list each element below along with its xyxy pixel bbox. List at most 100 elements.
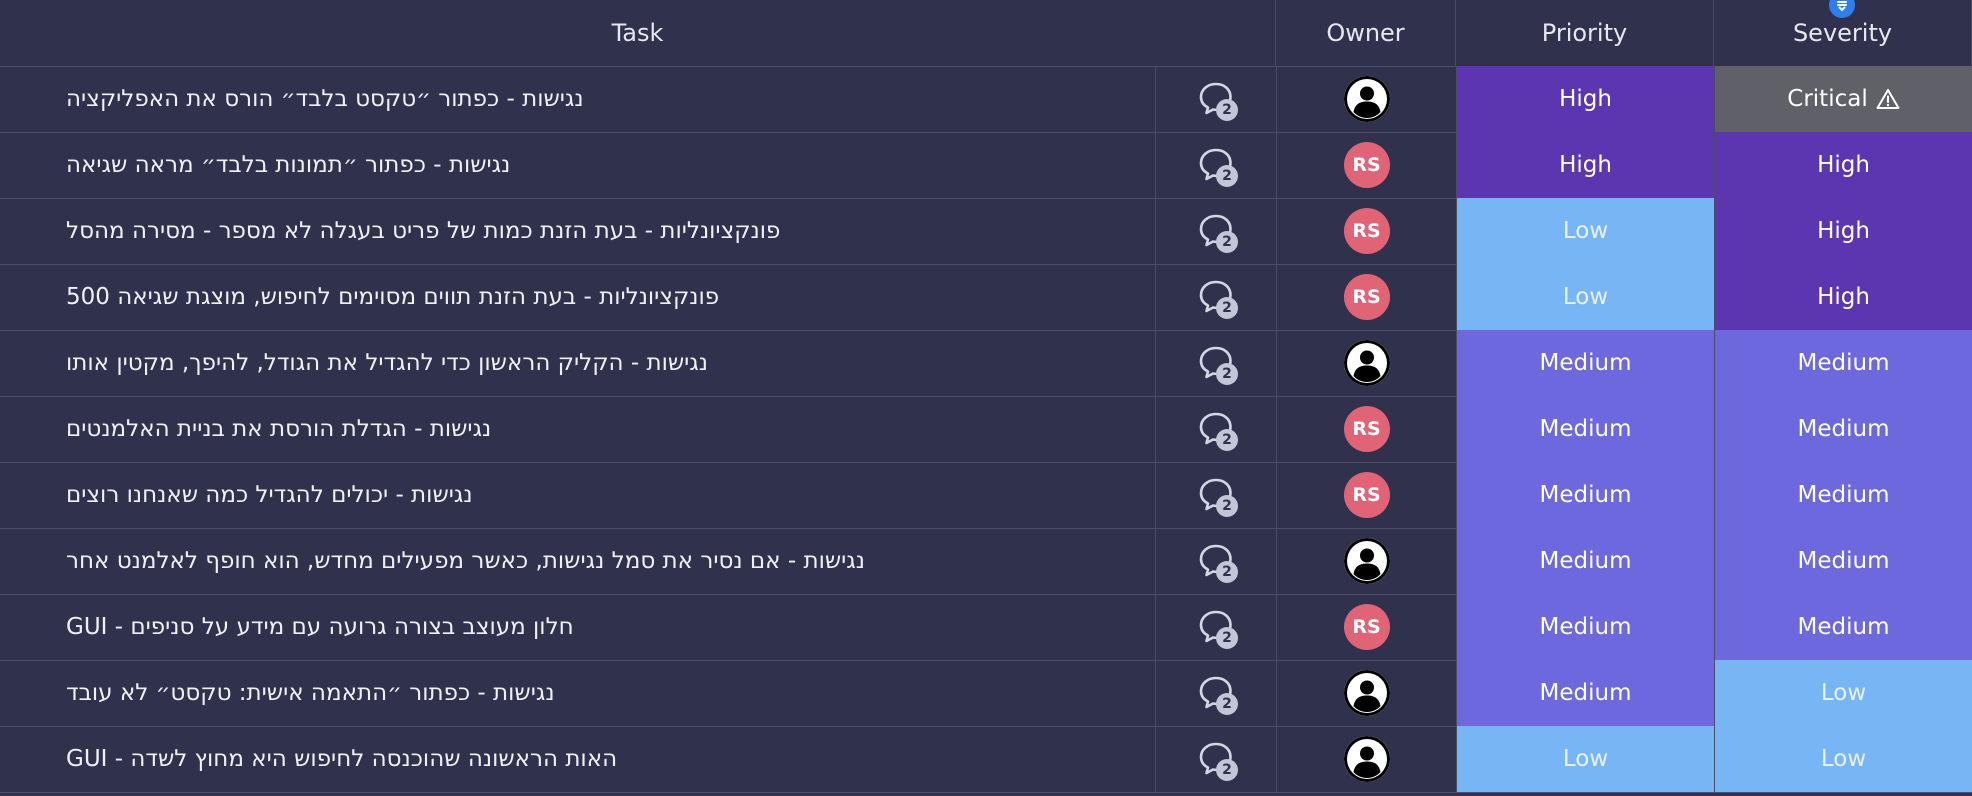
severity-label[interactable]: High bbox=[1715, 132, 1972, 198]
task-name[interactable]: האות הראשונה שהוכנסה לחיפוש היא מחוץ לשד… bbox=[66, 746, 617, 772]
severity-label[interactable]: Medium bbox=[1715, 528, 1972, 594]
task-cell[interactable]: האות הראשונה שהוכנסה לחיפוש היא מחוץ לשד… bbox=[0, 726, 1155, 792]
severity-cell[interactable]: Medium bbox=[1714, 528, 1972, 594]
priority-label[interactable]: High bbox=[1457, 132, 1714, 198]
table-row[interactable]: נגישות - הקליק הראשון כדי להגדיל את הגוד… bbox=[0, 330, 1972, 397]
severity-cell[interactable]: High bbox=[1714, 264, 1972, 330]
updates-cell[interactable]: 2 bbox=[1155, 132, 1276, 198]
person-avatar-icon[interactable] bbox=[1343, 736, 1390, 782]
task-cell[interactable]: פונקציונליות - בעת הזנת תווים מסוימים לח… bbox=[0, 264, 1155, 330]
priority-cell[interactable]: Low bbox=[1456, 198, 1714, 264]
table-row[interactable]: האות הראשונה שהוכנסה לחיפוש היא מחוץ לשד… bbox=[0, 726, 1972, 793]
person-avatar-icon[interactable] bbox=[1343, 340, 1390, 386]
task-cell[interactable]: נגישות - כפתור ״התאמה אישית: טקסט״ לא עו… bbox=[0, 660, 1155, 726]
severity-cell[interactable]: Critical bbox=[1714, 66, 1972, 132]
priority-cell[interactable]: Medium bbox=[1456, 330, 1714, 396]
priority-cell[interactable]: Low bbox=[1456, 264, 1714, 330]
priority-cell[interactable]: Medium bbox=[1456, 660, 1714, 726]
severity-cell[interactable]: Medium bbox=[1714, 594, 1972, 660]
person-avatar-icon[interactable] bbox=[1343, 76, 1390, 122]
avatar[interactable]: RS bbox=[1343, 142, 1390, 188]
table-row[interactable]: פונקציונליות - בעת הזנת כמות של פריט בעג… bbox=[0, 198, 1972, 265]
conversation-icon[interactable]: 2 bbox=[1196, 475, 1238, 517]
priority-cell[interactable]: Medium bbox=[1456, 396, 1714, 462]
conversation-icon[interactable]: 2 bbox=[1196, 211, 1238, 253]
table-row[interactable]: נגישות - כפתור ״התאמה אישית: טקסט״ לא עו… bbox=[0, 660, 1972, 727]
priority-label[interactable]: High bbox=[1457, 66, 1714, 132]
owner-cell[interactable] bbox=[1276, 330, 1456, 396]
task-cell[interactable]: פונקציונליות - בעת הזנת כמות של פריט בעג… bbox=[0, 198, 1155, 264]
conversation-icon[interactable]: 2 bbox=[1196, 607, 1238, 649]
avatar[interactable]: RS bbox=[1343, 274, 1390, 320]
task-name[interactable]: פונקציונליות - בעת הזנת תווים מסוימים לח… bbox=[66, 284, 719, 310]
updates-cell[interactable]: 2 bbox=[1155, 66, 1276, 132]
severity-label[interactable]: Medium bbox=[1715, 594, 1972, 660]
conversation-icon[interactable]: 2 bbox=[1196, 145, 1238, 187]
task-cell[interactable]: חלון מעוצב בצורה גרועה עם מידע על סניפים… bbox=[0, 594, 1155, 660]
table-row[interactable]: נגישות - יכולים להגדיל כמה שאנחנו רוצים … bbox=[0, 462, 1972, 529]
column-header-priority[interactable]: Priority bbox=[1456, 0, 1714, 66]
updates-cell[interactable]: 2 bbox=[1155, 264, 1276, 330]
updates-cell[interactable]: 2 bbox=[1155, 396, 1276, 462]
owner-cell[interactable]: RS bbox=[1276, 264, 1456, 330]
task-name[interactable]: נגישות - יכולים להגדיל כמה שאנחנו רוצים bbox=[66, 482, 473, 508]
owner-cell[interactable]: RS bbox=[1276, 462, 1456, 528]
table-row[interactable]: נגישות - כפתור ״תמונות בלבד״ מראה שגיאה … bbox=[0, 132, 1972, 199]
updates-cell[interactable]: 2 bbox=[1155, 528, 1276, 594]
owner-cell[interactable] bbox=[1276, 528, 1456, 594]
severity-label[interactable]: Low bbox=[1715, 726, 1972, 792]
owner-cell[interactable] bbox=[1276, 726, 1456, 792]
task-name[interactable]: נגישות - הקליק הראשון כדי להגדיל את הגוד… bbox=[66, 350, 708, 376]
person-avatar-icon[interactable] bbox=[1343, 670, 1390, 716]
column-header-owner[interactable]: Owner bbox=[1276, 0, 1456, 66]
updates-cell[interactable]: 2 bbox=[1155, 660, 1276, 726]
priority-label[interactable]: Medium bbox=[1457, 528, 1714, 594]
severity-label[interactable]: Medium bbox=[1715, 396, 1972, 462]
owner-cell[interactable]: RS bbox=[1276, 198, 1456, 264]
conversation-icon[interactable]: 2 bbox=[1196, 343, 1238, 385]
severity-cell[interactable]: High bbox=[1714, 132, 1972, 198]
priority-label[interactable]: Low bbox=[1457, 726, 1714, 792]
priority-label[interactable]: Medium bbox=[1457, 462, 1714, 528]
updates-cell[interactable]: 2 bbox=[1155, 198, 1276, 264]
avatar[interactable]: RS bbox=[1343, 406, 1390, 452]
owner-cell[interactable] bbox=[1276, 66, 1456, 132]
avatar[interactable]: RS bbox=[1343, 472, 1390, 518]
task-name[interactable]: פונקציונליות - בעת הזנת כמות של פריט בעג… bbox=[66, 218, 780, 244]
task-name[interactable]: נגישות - כפתור ״תמונות בלבד״ מראה שגיאה bbox=[66, 152, 510, 178]
table-row[interactable]: נגישות - הגדלת הורסת את בניית האלמנטים 2… bbox=[0, 396, 1972, 463]
severity-label[interactable]: High bbox=[1715, 198, 1972, 264]
task-cell[interactable]: נגישות - כפתור ״טקסט בלבד״ הורס את האפלי… bbox=[0, 66, 1155, 132]
priority-cell[interactable]: Medium bbox=[1456, 462, 1714, 528]
conversation-icon[interactable]: 2 bbox=[1196, 739, 1238, 781]
conversation-icon[interactable]: 2 bbox=[1196, 277, 1238, 319]
column-header-task[interactable]: Task bbox=[0, 0, 1276, 66]
task-name[interactable]: נגישות - הגדלת הורסת את בניית האלמנטים bbox=[66, 416, 491, 442]
person-avatar-icon[interactable] bbox=[1343, 538, 1390, 584]
priority-cell[interactable]: Medium bbox=[1456, 594, 1714, 660]
avatar[interactable]: RS bbox=[1343, 604, 1390, 650]
severity-label[interactable]: Low bbox=[1715, 660, 1972, 726]
priority-cell[interactable]: Low bbox=[1456, 726, 1714, 792]
task-cell[interactable]: נגישות - אם נסיר את סמל נגישות, כאשר מפע… bbox=[0, 528, 1155, 594]
table-row[interactable]: פונקציונליות - בעת הזנת תווים מסוימים לח… bbox=[0, 264, 1972, 331]
severity-cell[interactable]: Low bbox=[1714, 726, 1972, 792]
task-cell[interactable]: נגישות - הגדלת הורסת את בניית האלמנטים bbox=[0, 396, 1155, 462]
priority-label[interactable]: Low bbox=[1457, 264, 1714, 330]
avatar[interactable]: RS bbox=[1343, 208, 1390, 254]
owner-cell[interactable]: RS bbox=[1276, 396, 1456, 462]
owner-cell[interactable] bbox=[1276, 660, 1456, 726]
priority-cell[interactable]: High bbox=[1456, 132, 1714, 198]
table-row[interactable]: חלון מעוצב בצורה גרועה עם מידע על סניפים… bbox=[0, 594, 1972, 661]
priority-label[interactable]: Medium bbox=[1457, 396, 1714, 462]
updates-cell[interactable]: 2 bbox=[1155, 462, 1276, 528]
severity-label[interactable]: High bbox=[1715, 264, 1972, 330]
priority-label[interactable]: Low bbox=[1457, 198, 1714, 264]
task-cell[interactable]: נגישות - כפתור ״תמונות בלבד״ מראה שגיאה bbox=[0, 132, 1155, 198]
conversation-icon[interactable]: 2 bbox=[1196, 541, 1238, 583]
conversation-icon[interactable]: 2 bbox=[1196, 79, 1238, 121]
conversation-icon[interactable]: 2 bbox=[1196, 673, 1238, 715]
severity-cell[interactable]: Low bbox=[1714, 660, 1972, 726]
updates-cell[interactable]: 2 bbox=[1155, 594, 1276, 660]
priority-label[interactable]: Medium bbox=[1457, 660, 1714, 726]
